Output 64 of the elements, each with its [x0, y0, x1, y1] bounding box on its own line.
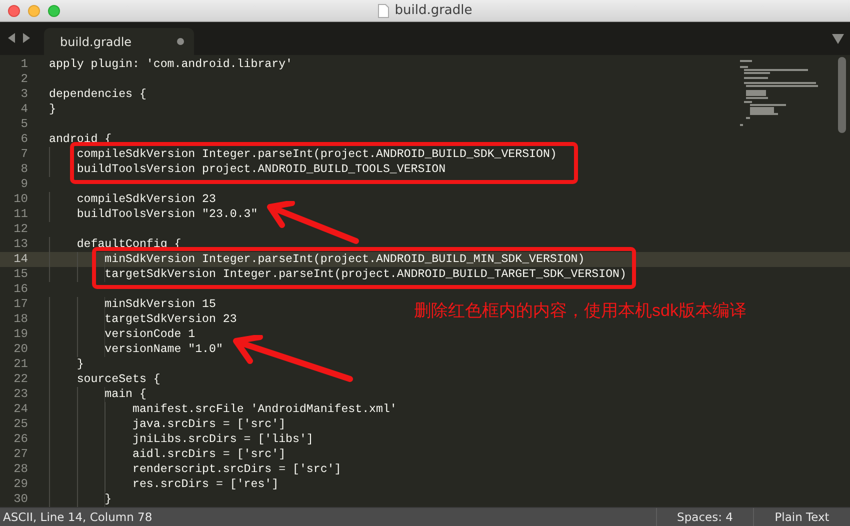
line-number: 21: [12, 357, 29, 372]
code-line: targetSdkVersion Integer.parseInt(project.ANDROID_BUILD_TARGET_SDK_VERSION): [49, 267, 850, 282]
back-icon[interactable]: [8, 33, 16, 43]
code-line: renderscript.srcDirs = ['src']: [49, 462, 850, 477]
indentation-button[interactable]: Spaces: 4: [656, 508, 753, 526]
zoom-button[interactable]: [48, 4, 60, 17]
line-number: 9: [20, 177, 29, 192]
line-number: 29: [12, 477, 29, 492]
code-line: compileSdkVersion Integer.parseInt(project.ANDROID_BUILD_SDK_VERSION): [49, 147, 850, 162]
line-number: 20: [12, 342, 29, 357]
line-number: 2: [20, 72, 29, 87]
line-number: 11: [12, 207, 29, 222]
line-number: 8: [20, 162, 29, 177]
annotation-note: 删除红色框内的内容，使用本机sdk版本编译: [414, 300, 746, 322]
line-number: 14: [0, 252, 49, 267]
code-line: res.srcDirs = ['res']: [49, 477, 850, 492]
line-number: 17: [12, 297, 29, 312]
line-number: 16: [12, 282, 29, 297]
code-line: versionName "1.0": [49, 342, 850, 357]
code-line: apply plugin: 'com.android.library': [49, 57, 294, 72]
line-number: 28: [12, 462, 29, 477]
scrollbar-thumb[interactable]: [838, 57, 846, 133]
line-number: 18: [12, 312, 29, 327]
document-icon: [378, 4, 389, 18]
close-button[interactable]: [8, 4, 20, 17]
line-number: 12: [12, 222, 29, 237]
code-line: }: [49, 357, 850, 372]
line-number: 4: [20, 102, 29, 117]
code-line: }: [49, 492, 850, 507]
line-number: 7: [20, 147, 29, 162]
line-number: 5: [20, 117, 29, 132]
line-number: 13: [12, 237, 29, 252]
cursor-position: ASCII, Line 14, Column 78: [2, 510, 154, 524]
line-number: 22: [12, 372, 29, 387]
line-number: 1: [20, 57, 29, 72]
code-line: manifest.srcFile 'AndroidManifest.xml': [49, 402, 850, 417]
code-line: jniLibs.srcDirs = ['libs']: [49, 432, 850, 447]
line-number: 30: [12, 492, 29, 507]
code-line: buildToolsVersion "23.0.3": [49, 207, 850, 222]
code-line: buildToolsVersion project.ANDROID_BUILD_TOOLS_VERSION: [49, 162, 850, 177]
line-number: 25: [12, 417, 29, 432]
code-line: compileSdkVersion 23: [49, 192, 850, 207]
line-number: 27: [12, 447, 29, 462]
syntax-button[interactable]: Plain Text: [753, 508, 850, 526]
line-number: 3: [20, 87, 29, 102]
line-number: 19: [12, 327, 29, 342]
window-title: build.gradle: [394, 3, 472, 18]
minimize-button[interactable]: [28, 4, 40, 17]
code-line: versionCode 1: [49, 327, 850, 342]
line-number: 6: [20, 132, 29, 147]
line-number: 15: [12, 267, 29, 282]
code-line: aidl.srcDirs = ['src']: [49, 447, 850, 462]
code-line: sourceSets {: [49, 372, 850, 387]
code-line: java.srcDirs = ['src']: [49, 417, 850, 432]
line-number: 23: [12, 387, 29, 402]
file-tab[interactable]: build.gradle: [44, 28, 194, 55]
line-number: 10: [12, 192, 29, 207]
code-line: dependencies {: [49, 87, 148, 102]
line-number: 26: [12, 432, 29, 447]
code-line: main {: [49, 387, 850, 402]
forward-icon[interactable]: [22, 33, 30, 43]
tab-menu-icon[interactable]: [832, 34, 844, 44]
line-number: 24: [12, 402, 29, 417]
code-line: }: [49, 102, 57, 117]
